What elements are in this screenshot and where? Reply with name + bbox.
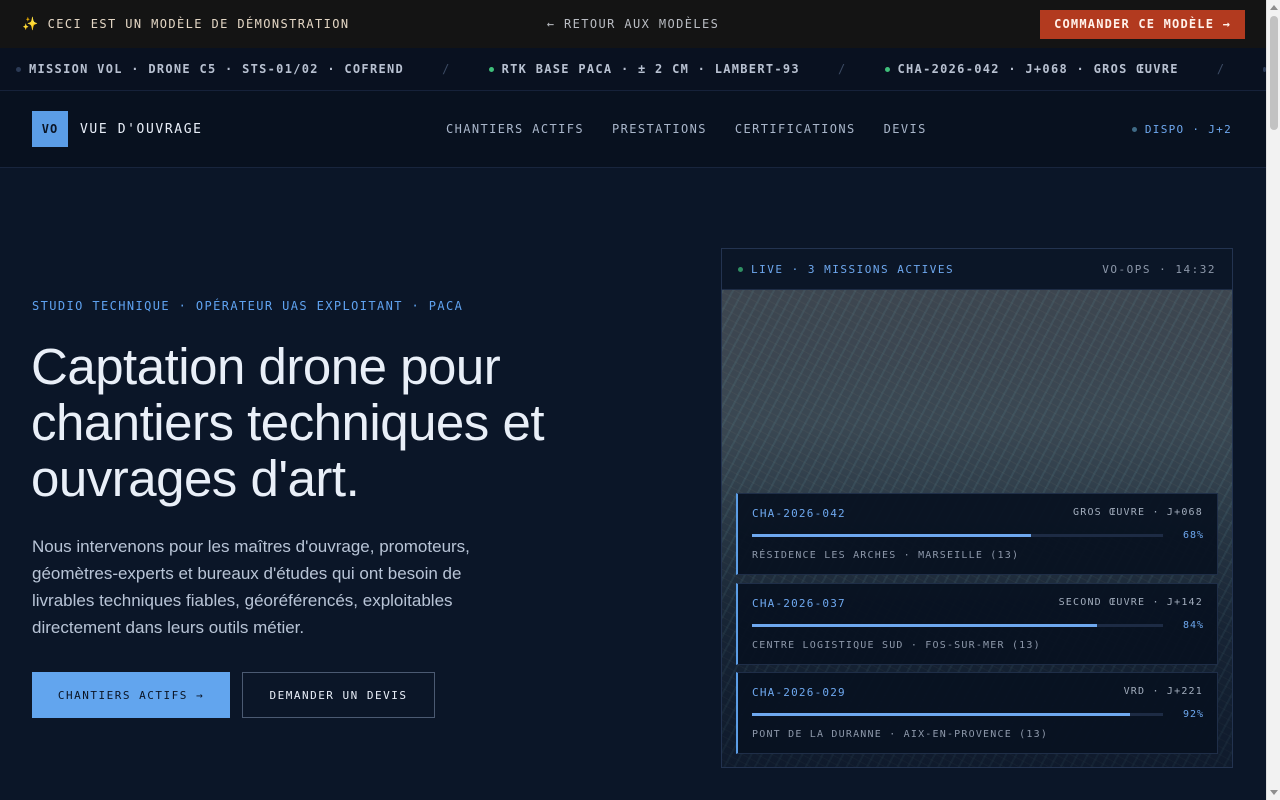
order-template-button[interactable]: COMMANDER CE MODÈLE → (1040, 9, 1245, 39)
mission-phase: SECOND ŒUVRE · J+142 (1058, 597, 1203, 608)
status-dot-icon (15, 66, 21, 72)
hero-eyebrow: STUDIO TECHNIQUE · OPÉRATEUR UAS EXPLOIT… (32, 299, 464, 313)
nav-item-devis[interactable]: DEVIS (884, 122, 927, 136)
ops-clock: VO-OPS · 14:32 (1102, 262, 1216, 276)
demo-notice-text: CECI EST UN MODÈLE DE DÉMONSTRATION (47, 17, 350, 31)
scroll-down-icon[interactable] (1270, 790, 1278, 795)
availability-text: DISPO · J+2 (1144, 122, 1232, 136)
status-dot-icon (488, 66, 494, 72)
mission-id: CHA-2026-037 (752, 597, 846, 610)
ticker-separator: / (442, 62, 451, 76)
status-dot-icon (884, 66, 890, 72)
mission-progress-label: 68% (1182, 530, 1204, 541)
sparkle-icon: ✨ (22, 16, 40, 32)
site-header: VO VUE D'OUVRAGE CHANTIERS ACTIFS PRESTA… (0, 91, 1266, 168)
mission-phase: GROS ŒUVRE · J+068 (1073, 507, 1203, 518)
status-dot-icon (1131, 126, 1137, 132)
mission-progress-fill (752, 624, 1098, 627)
back-to-templates-link[interactable]: ← RETOUR AUX MODÈLES (547, 17, 720, 31)
mission-card[interactable]: CHA-2026-037 SECOND ŒUVRE · J+142 84% CE… (736, 583, 1218, 665)
status-ticker: MISSION VOL · DRONE C5 · STS-01/02 · COF… (0, 48, 1266, 91)
nav-item-prestations[interactable]: PRESTATIONS (612, 122, 707, 136)
scrollbar-thumb[interactable] (1270, 16, 1278, 130)
ticker-item-text: RTK BASE PACA · ± 2 CM · LAMBERT-93 (501, 62, 800, 76)
request-quote-button[interactable]: DEMANDER UN DEVIS (242, 672, 435, 718)
mission-card[interactable]: CHA-2026-042 GROS ŒUVRE · J+068 68% RÉSI… (736, 493, 1218, 575)
ticker-item: RTK BASE PACA · ± 2 CM · LAMBERT-93 (488, 62, 800, 76)
live-dot-icon (738, 266, 743, 272)
mission-progress-bar (752, 713, 1163, 716)
scroll-up-icon[interactable] (1270, 5, 1278, 10)
ticker-item-text: MISSION VOL · DRONE C5 · STS-01/02 · COF… (28, 62, 405, 76)
active-sites-button[interactable]: CHANTIERS ACTIFS → (32, 672, 230, 718)
mission-id: CHA-2026-029 (752, 686, 846, 699)
ticker-item: CHA-2026-042 · J+068 · GROS ŒUVRE (884, 62, 1179, 76)
live-missions-panel: LIVE · 3 MISSIONS ACTIVES VO-OPS · 14:32… (721, 248, 1233, 768)
ticker-separator: / (1216, 62, 1226, 76)
logo-mark[interactable]: VO (32, 111, 68, 147)
panel-header: LIVE · 3 MISSIONS ACTIVES VO-OPS · 14:32 (722, 249, 1232, 290)
mission-card[interactable]: CHA-2026-029 VRD · J+221 92% PONT DE LA … (736, 672, 1218, 754)
live-indicator: LIVE · 3 MISSIONS ACTIVES (738, 263, 954, 276)
ticker-item: MISSION VOL · DRONE C5 · STS-01/02 · COF… (15, 62, 405, 76)
nav-item-certifications[interactable]: CERTIFICATIONS (735, 122, 856, 136)
ticker-separator: / (837, 62, 847, 76)
main-nav: CHANTIERS ACTIFS PRESTATIONS CERTIFICATI… (446, 122, 927, 136)
mission-progress-fill (752, 713, 1131, 716)
live-label: LIVE · 3 MISSIONS ACTIVES (751, 262, 955, 276)
hero-description: Nous intervenons pour les maîtres d'ouvr… (32, 537, 470, 637)
hero-title: Captation drone pour chantiers technique… (31, 338, 545, 507)
demo-bar: ✨ CECI EST UN MODÈLE DE DÉMONSTRATION ← … (0, 0, 1266, 48)
mission-location: CENTRE LOGISTIQUE SUD · FOS-SUR-MER (13) (752, 640, 1041, 651)
ticker-item-text: CHA-2026-042 · J+068 · GROS ŒUVRE (897, 62, 1179, 76)
demo-notice: ✨ CECI EST UN MODÈLE DE DÉMONSTRATION (22, 17, 349, 32)
availability-badge: DISPO · J+2 (1131, 122, 1232, 136)
mission-phase: VRD · J+221 (1123, 686, 1203, 697)
mission-progress-bar (752, 624, 1163, 627)
mission-id: CHA-2026-042 (752, 507, 846, 520)
mission-progress-bar (752, 534, 1163, 537)
nav-item-chantiers-actifs[interactable]: CHANTIERS ACTIFS (446, 122, 584, 136)
mission-location: PONT DE LA DURANNE · AIX-EN-PROVENCE (13… (752, 729, 1049, 740)
logo-text[interactable]: VUE D'OUVRAGE (80, 122, 203, 137)
mission-progress-label: 84% (1182, 620, 1204, 631)
mission-location: RÉSIDENCE LES ARCHES · MARSEILLE (13) (752, 550, 1020, 561)
mission-progress-label: 92% (1182, 709, 1204, 720)
page-scrollbar[interactable] (1266, 0, 1280, 800)
mission-progress-fill (752, 534, 1032, 537)
